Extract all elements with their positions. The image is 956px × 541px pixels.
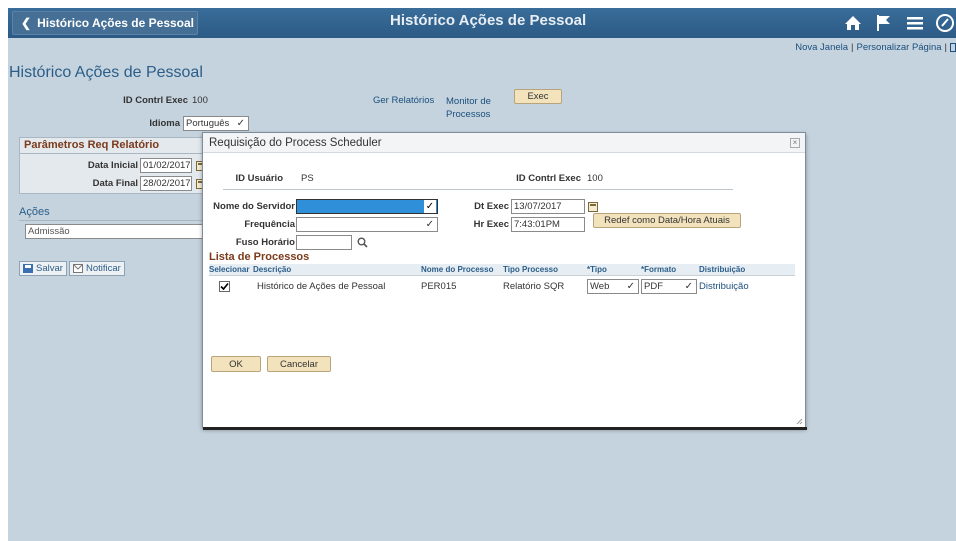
run-control-label: ID Contrl Exec — [123, 95, 188, 106]
save-button[interactable]: Salvar — [19, 261, 67, 276]
save-icon — [23, 264, 33, 273]
process-grid-header: Selecionar Descrição Nome do Processo Ti… — [209, 264, 795, 276]
save-button-label: Salvar — [36, 263, 63, 274]
app-frame: ❮ Histórico Ações de Pessoal Histórico Aç… — [8, 8, 956, 541]
end-date-label: Data Final — [92, 178, 138, 189]
type-select[interactable]: Web ✓ — [587, 279, 639, 294]
process-list-title: Lista de Processos — [209, 251, 310, 263]
run-control-value: 100 — [192, 95, 208, 106]
row-process-type: Relatório SQR — [503, 281, 565, 292]
format-select-value: PDF — [644, 281, 663, 292]
cancel-button[interactable]: Cancelar — [267, 356, 331, 372]
header-title: Histórico Ações de Pessoal — [390, 12, 587, 29]
chevron-down-icon: ✓ — [684, 281, 693, 292]
timezone-label: Fuso Horário — [235, 237, 295, 248]
process-monitor-link[interactable]: Monitor de Processos — [446, 95, 502, 121]
actions-title: Ações — [19, 206, 50, 218]
dialog-shadow-edge — [203, 427, 807, 430]
frequency-label: Frequência — [244, 219, 295, 230]
distribution-link[interactable]: Distribuição — [699, 281, 749, 292]
flag-icon[interactable] — [874, 13, 894, 33]
notify-button-label: Notificar — [86, 263, 121, 274]
start-date-input[interactable]: 01/02/2017 — [140, 158, 192, 173]
chevron-down-icon: ✓ — [236, 118, 245, 129]
notify-button[interactable]: Notificar — [69, 261, 125, 276]
row-process-name: PER015 — [421, 281, 457, 292]
personalize-page-link[interactable]: Personalizar Página — [857, 42, 942, 53]
run-date-label: Dt Exec — [474, 201, 509, 212]
help-icon[interactable] — [950, 42, 956, 52]
params-group-header: Parâmetros Req Relatório — [19, 137, 211, 154]
format-select[interactable]: PDF ✓ — [641, 279, 697, 294]
ok-button[interactable]: OK — [211, 356, 261, 372]
search-icon[interactable] — [357, 237, 368, 248]
server-name-label: Nome do Servidor — [213, 201, 295, 212]
resize-grip-icon[interactable] — [795, 417, 803, 425]
run-time-input[interactable]: 7:43:01PM — [511, 217, 585, 232]
chevron-down-icon: ✓ — [424, 200, 436, 213]
col-type: *Tipo — [587, 265, 607, 274]
menu-icon[interactable] — [905, 13, 925, 33]
back-button[interactable]: ❮ Histórico Ações de Pessoal — [12, 11, 198, 35]
select-checkbox[interactable] — [219, 281, 230, 292]
user-id-label: ID Usuário — [235, 173, 283, 184]
back-button-label: Histórico Ações de Pessoal — [37, 16, 195, 30]
col-distribution: Distribuição — [699, 265, 746, 274]
report-manager-link[interactable]: Ger Relatórios — [373, 95, 434, 106]
params-group-body: Data Inicial 01/02/2017 Data Final 28/02… — [19, 154, 211, 194]
divider — [223, 189, 733, 190]
actions-divider — [19, 220, 211, 221]
new-window-link[interactable]: Nova Janela — [795, 42, 848, 53]
run-button[interactable]: Exec — [514, 89, 562, 104]
dialog-run-control-label: ID Contrl Exec — [516, 173, 581, 184]
chevron-left-icon: ❮ — [21, 16, 32, 30]
process-scheduler-dialog: Requisição do Process Scheduler × ID Usu… — [202, 132, 807, 430]
server-name-select[interactable]: ✓ — [296, 199, 438, 214]
dialog-title: Requisição do Process Scheduler — [203, 133, 805, 153]
timezone-input[interactable] — [296, 235, 352, 250]
row-description: Histórico de Ações de Pessoal — [257, 281, 386, 292]
close-icon[interactable]: × — [790, 138, 800, 148]
language-select-value: Português — [186, 118, 230, 129]
home-icon[interactable] — [843, 13, 863, 33]
top-links: Nova Janela | Personalizar Página | — [795, 42, 956, 53]
dialog-run-control-value: 100 — [587, 173, 603, 184]
language-label: Idioma — [149, 118, 180, 129]
run-time-label: Hr Exec — [473, 219, 509, 230]
col-format: *Formato — [641, 265, 677, 274]
header-bar: ❮ Histórico Ações de Pessoal Histórico Aç… — [8, 8, 956, 38]
col-description: Descrição — [253, 265, 292, 274]
reset-datetime-button[interactable]: Redef como Data/Hora Atuais — [593, 213, 741, 228]
notify-icon — [73, 264, 83, 273]
frequency-select[interactable]: ✓ — [296, 217, 438, 232]
run-date-input[interactable]: 13/07/2017 — [511, 199, 585, 214]
language-select[interactable]: Português ✓ — [183, 116, 249, 131]
page-title: Histórico Ações de Pessoal — [9, 64, 203, 81]
actions-field[interactable]: Admissão — [25, 224, 205, 239]
navbar-icon[interactable] — [934, 13, 954, 33]
type-select-value: Web — [590, 281, 610, 292]
user-id-value: PS — [301, 173, 314, 184]
col-select: Selecionar — [209, 265, 250, 274]
end-date-input[interactable]: 28/02/2017 — [140, 176, 192, 191]
start-date-label: Data Inicial — [87, 160, 138, 171]
calendar-icon[interactable] — [588, 202, 598, 212]
col-process-type: Tipo Processo — [503, 265, 558, 274]
chevron-down-icon: ✓ — [626, 281, 635, 292]
chevron-down-icon: ✓ — [425, 219, 434, 230]
col-process-name: Nome do Processo — [421, 265, 494, 274]
